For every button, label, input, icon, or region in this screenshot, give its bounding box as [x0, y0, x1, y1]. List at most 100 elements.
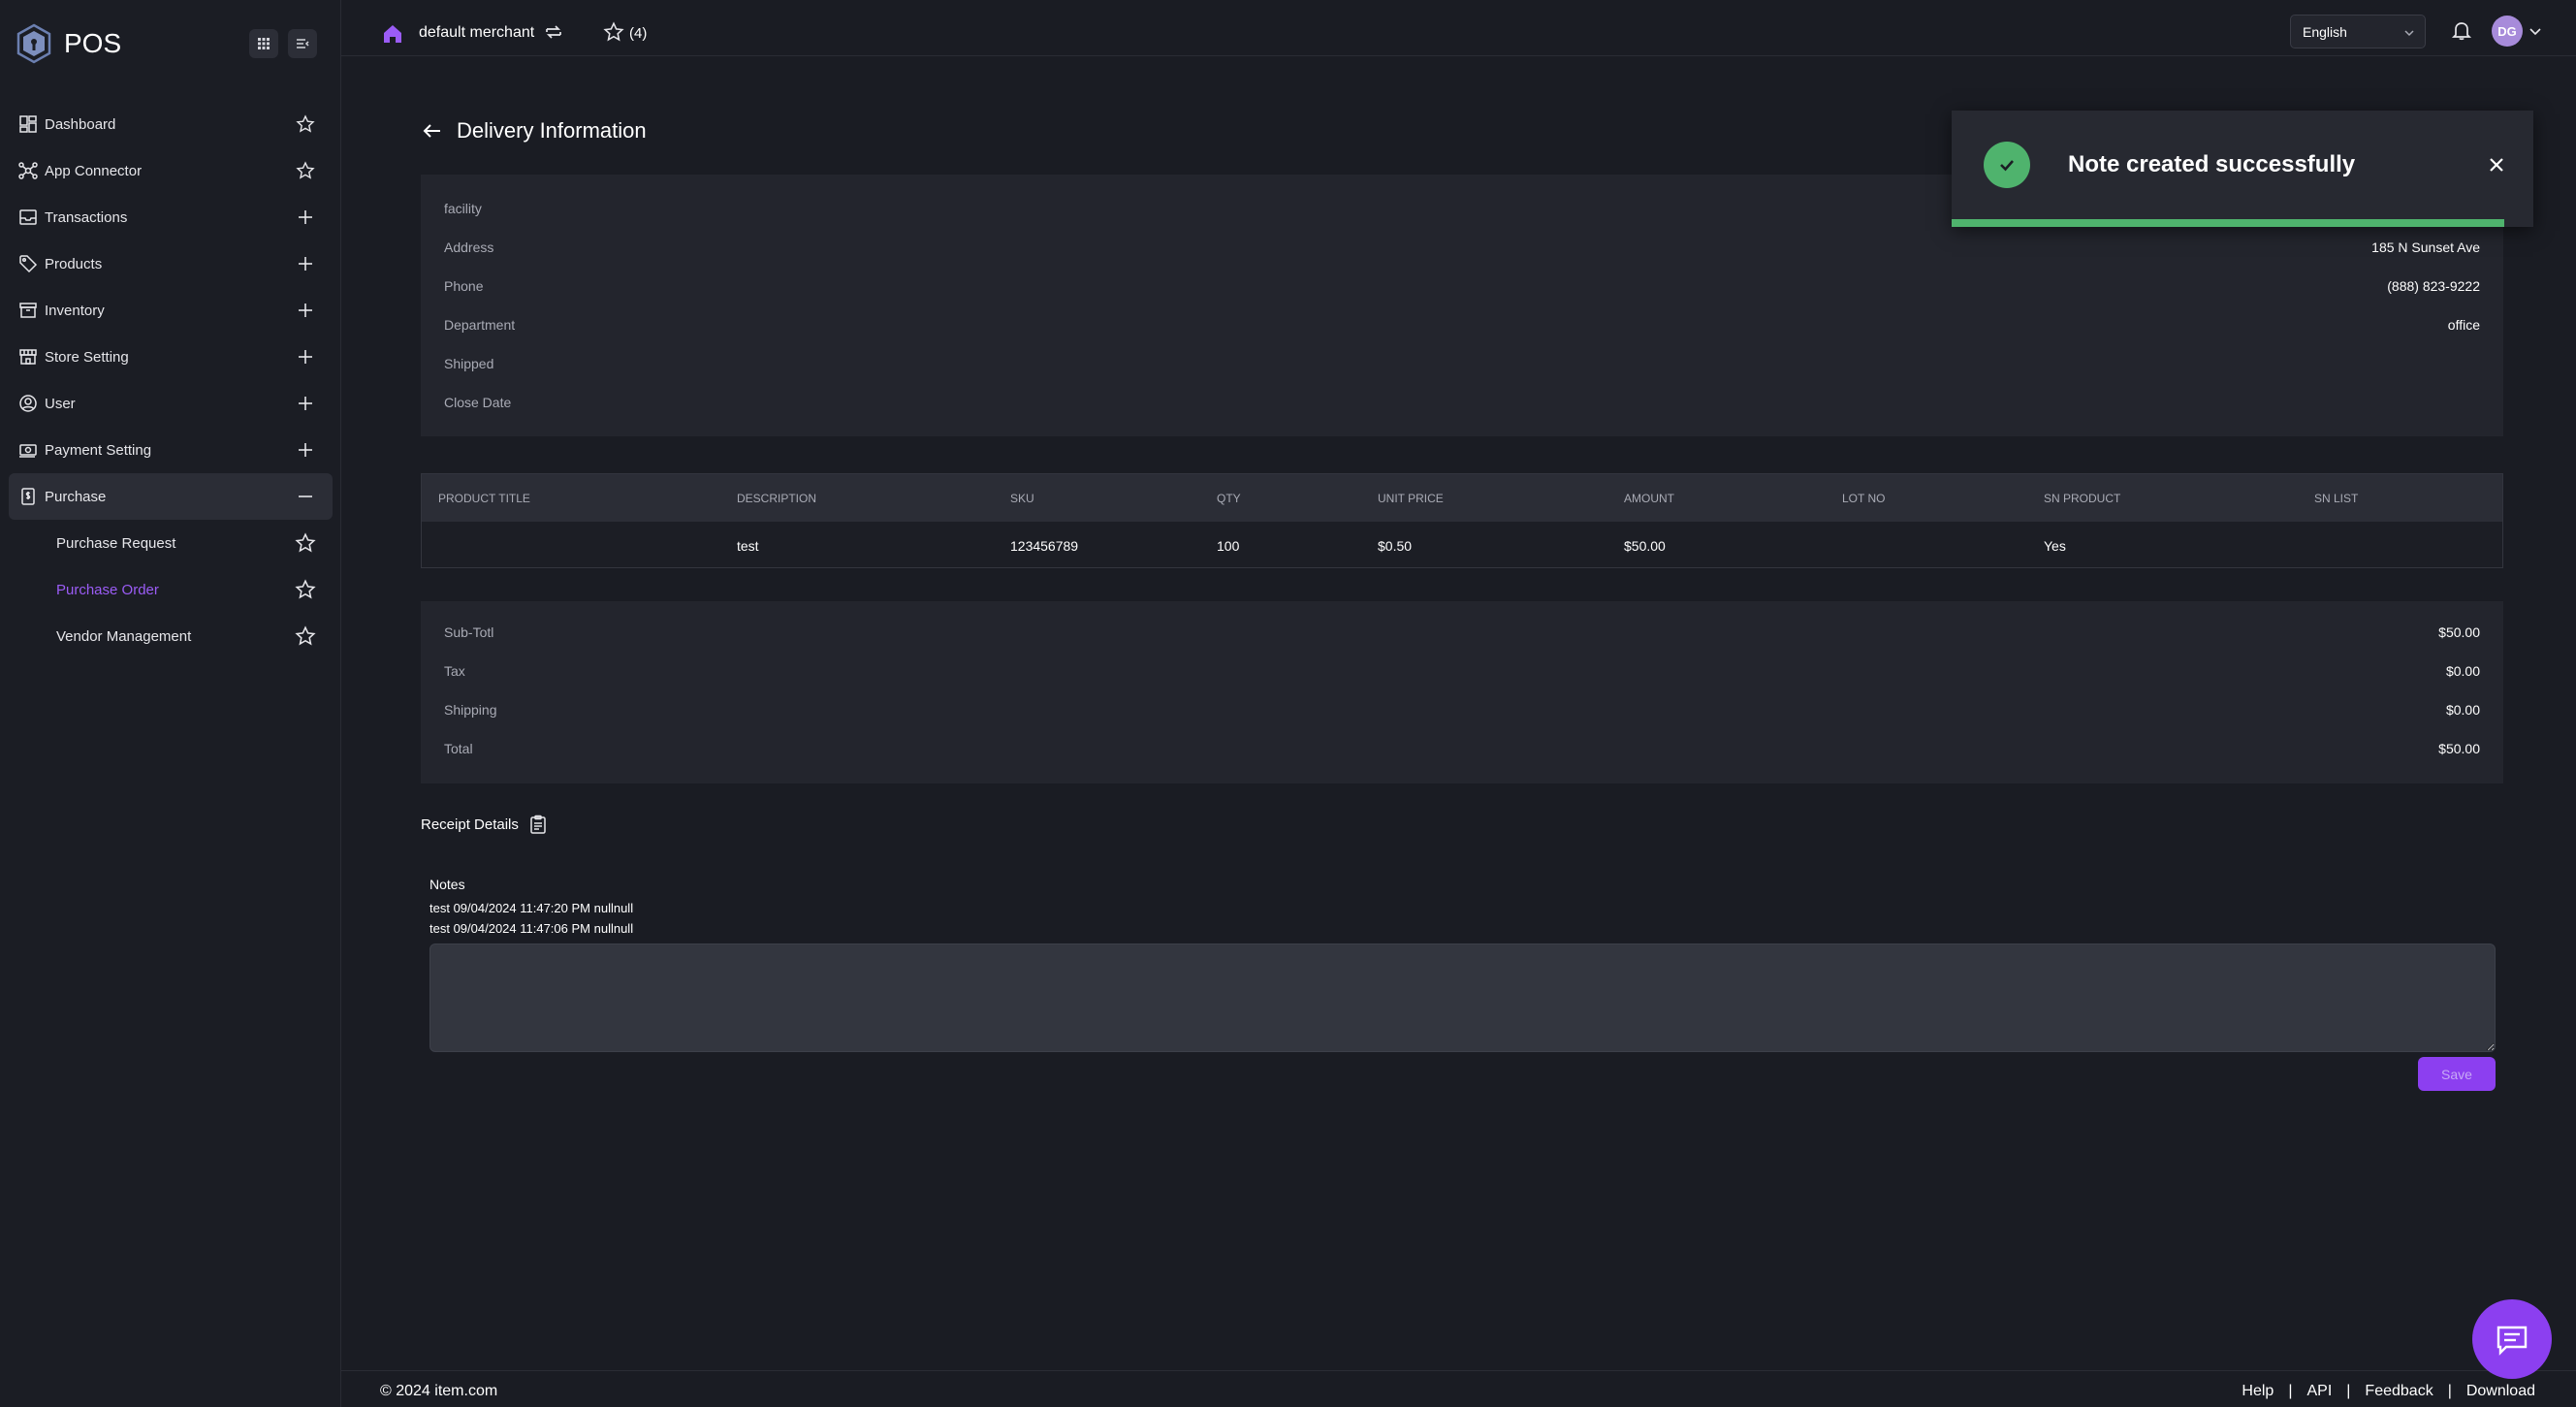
info-label: Phone [444, 278, 484, 294]
sidebar-item-label: App Connector [45, 162, 143, 179]
collapse-menu-icon [297, 39, 309, 48]
star-icon[interactable] [295, 625, 316, 647]
info-value: office [2447, 317, 2480, 333]
sidebar-item-dashboard[interactable]: Dashboard [0, 101, 341, 147]
info-value: 185 N Sunset Ave [2371, 240, 2480, 255]
table-cell: $0.50 [1378, 538, 1413, 554]
close-icon[interactable] [2485, 153, 2508, 176]
plus-icon[interactable] [295, 253, 316, 274]
brand[interactable]: POS [16, 21, 121, 66]
sidebar-item-inventory[interactable]: Inventory [0, 287, 341, 334]
top-header: default merchant (4) English DG [341, 0, 2576, 56]
plus-icon[interactable] [295, 393, 316, 414]
sidebar-item-label: Transactions [45, 208, 128, 226]
summary-value: $50.00 [2438, 624, 2480, 640]
chat-button[interactable] [2472, 1299, 2552, 1379]
plus-icon[interactable] [295, 439, 316, 461]
sidebar-item-label: Store Setting [45, 348, 129, 366]
star-icon[interactable] [295, 113, 316, 135]
language-select[interactable]: English [2290, 15, 2426, 48]
summary-label: Sub-Totl [444, 624, 494, 640]
footer-link-download[interactable]: Download [2466, 1383, 2535, 1400]
table-cell: 100 [1217, 538, 1240, 554]
sidebar-nav: Dashboard App Connector Transactions Pro… [0, 101, 341, 659]
bell-icon[interactable] [2451, 19, 2472, 41]
column-header: AMOUNT [1624, 492, 1674, 505]
save-note-button[interactable]: Save [2418, 1057, 2496, 1091]
footer-separator: | [2288, 1383, 2293, 1399]
purchase-icon [17, 486, 39, 507]
sidebar-subitem-vendor-management[interactable]: Vendor Management [0, 613, 341, 659]
back-arrow-icon[interactable] [421, 119, 444, 143]
footer-links: Help | API | Feedback | Download [2242, 1383, 2535, 1400]
footer: © 2024 item.com Help | API | Feedback | … [341, 1370, 2576, 1407]
toast-progress-bar [1952, 219, 2504, 227]
info-row-close-date: Close Date [444, 383, 2480, 422]
summary-row-total: Total $50.00 [444, 729, 2480, 768]
footer-link-api[interactable]: API [2306, 1383, 2332, 1400]
star-icon[interactable] [295, 160, 316, 181]
language-value: English [2303, 23, 2347, 40]
footer-separator: | [2447, 1383, 2452, 1399]
column-header: QTY [1217, 492, 1241, 505]
avatar[interactable]: DG [2492, 16, 2523, 47]
sidebar-subitem-label: Vendor Management [56, 627, 192, 645]
merchant-name[interactable]: default merchant [419, 24, 534, 42]
footer-link-feedback[interactable]: Feedback [2365, 1383, 2433, 1400]
footer-link-help[interactable]: Help [2242, 1383, 2274, 1400]
note-entry: test 09/04/2024 11:47:20 PM nullnull [429, 901, 634, 915]
clipboard-icon[interactable] [528, 815, 548, 834]
plus-icon[interactable] [295, 346, 316, 368]
column-header: DESCRIPTION [737, 492, 817, 505]
summary-value: $0.00 [2445, 663, 2480, 679]
copyright: © 2024 item.com [380, 1383, 498, 1399]
chevron-down-icon[interactable] [2528, 24, 2542, 38]
sidebar-subitem-label: Purchase Request [56, 534, 176, 552]
sidebar-subitem-purchase-order[interactable]: Purchase Order [0, 566, 341, 613]
column-header: SKU [1010, 492, 1034, 505]
sidebar-item-label: User [45, 395, 76, 412]
toast-message: Note created successfully [2068, 151, 2356, 177]
home-icon[interactable] [382, 23, 403, 45]
sidebar-subitem-label: Purchase Order [56, 581, 159, 598]
favorites-count[interactable]: (4) [629, 25, 647, 42]
logo-icon [16, 23, 51, 64]
items-table: PRODUCT TITLE DESCRIPTION SKU QTY UNIT P… [421, 473, 2503, 568]
note-input[interactable] [429, 943, 2496, 1052]
sidebar-item-label: Payment Setting [45, 441, 152, 459]
summary-row-shipping: Shipping $0.00 [444, 690, 2480, 729]
collapse-sidebar-button[interactable] [288, 29, 317, 58]
sidebar-item-payment-setting[interactable]: Payment Setting [0, 427, 341, 473]
grid-icon [258, 38, 270, 49]
sidebar-item-purchase[interactable]: Purchase [9, 473, 333, 520]
info-label: Department [444, 317, 516, 333]
sidebar-item-transactions[interactable]: Transactions [0, 194, 341, 240]
star-icon[interactable] [295, 532, 316, 554]
minus-icon[interactable] [295, 486, 316, 507]
sidebar-item-app-connector[interactable]: App Connector [0, 147, 341, 194]
sidebar: POS Dashboard App Connector Transactions [0, 0, 341, 1407]
sidebar-item-products[interactable]: Products [0, 240, 341, 287]
sidebar-item-store-setting[interactable]: Store Setting [0, 334, 341, 380]
summary-label: Tax [444, 663, 465, 679]
sidebar-item-user[interactable]: User [0, 380, 341, 427]
chat-icon [2496, 1326, 2528, 1356]
inventory-icon [17, 300, 39, 321]
success-toast: Note created successfully [1952, 111, 2533, 227]
info-label: Address [444, 240, 494, 255]
totals-panel: Sub-Totl $50.00 Tax $0.00 Shipping $0.00… [421, 601, 2503, 783]
footer-separator: | [2346, 1383, 2351, 1399]
sidebar-item-label: Dashboard [45, 115, 116, 133]
sidebar-subitem-purchase-request[interactable]: Purchase Request [0, 520, 341, 566]
apps-grid-button[interactable] [249, 29, 278, 58]
transactions-icon [17, 207, 39, 228]
favorites-star-icon[interactable] [603, 21, 624, 43]
plus-icon[interactable] [295, 207, 316, 228]
receipt-details[interactable]: Receipt Details [421, 815, 548, 834]
switch-merchant-icon[interactable] [543, 21, 564, 43]
plus-icon[interactable] [295, 300, 316, 321]
summary-value: $0.00 [2445, 702, 2480, 718]
star-icon[interactable] [295, 579, 316, 600]
table-cell: Yes [2044, 538, 2066, 554]
info-label: facility [444, 201, 482, 216]
